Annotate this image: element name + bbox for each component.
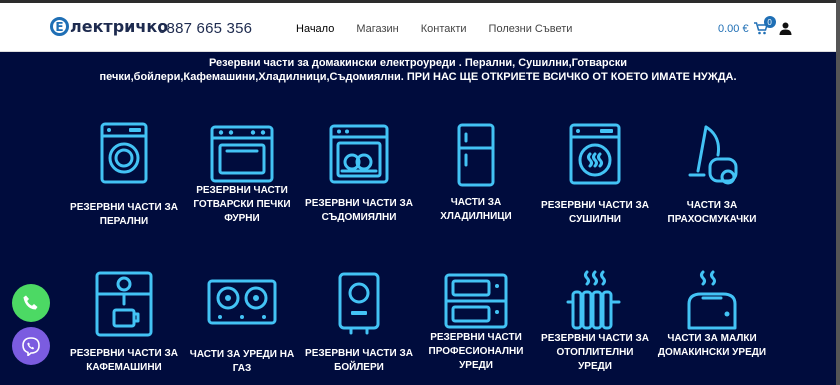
category-label: РЕЗЕРВНИ ЧАСТИ ЗА СЪДОМИЯЛНИ bbox=[305, 198, 413, 223]
category-label: РЕЗЕРВНИ ЧАСТИ ЗА КАФЕМАШИНИ bbox=[70, 348, 178, 373]
category-coffee-machines[interactable]: РЕЗЕРВНИ ЧАСТИ ЗА КАФЕМАШИНИ bbox=[68, 270, 180, 375]
viber-icon bbox=[22, 337, 40, 356]
category-label: РЕЗЕРВНИ ЧАСТИ ЗА ОТОПЛИТЕЛНИ УРЕДИ bbox=[541, 333, 649, 372]
logo-text: лектричко bbox=[70, 17, 169, 36]
hob-icon bbox=[207, 279, 277, 325]
dishwasher-icon bbox=[329, 124, 389, 184]
category-label: ЧАСТИ ЗА ПРАХОСМУКАЧКИ bbox=[667, 200, 757, 225]
category-label: РЕЗЕРВНИ ЧАСТИ ЗА СУШИЛНИ bbox=[541, 200, 649, 225]
pro-oven-icon bbox=[444, 273, 508, 329]
oven-icon bbox=[210, 125, 274, 183]
logo-mark: Е bbox=[50, 17, 69, 36]
category-gas-appliances[interactable]: ЧАСТИ ЗА УРЕДИ НА ГАЗ bbox=[186, 278, 298, 376]
user-icon[interactable] bbox=[779, 22, 792, 35]
window-scroll-edge bbox=[836, 0, 840, 385]
viber-button[interactable] bbox=[12, 327, 50, 365]
intro-text: Резервни части за домакински електроуред… bbox=[0, 56, 836, 84]
category-dryers[interactable]: РЕЗЕРВНИ ЧАСТИ ЗА СУШИЛНИ bbox=[539, 122, 651, 227]
category-ovens[interactable]: РЕЗЕРВНИ ЧАСТИ ГОТВАРСКИ ПЕЧКИ ФУРНИ bbox=[186, 124, 298, 226]
washing-machine-icon bbox=[100, 122, 148, 184]
vacuum-icon bbox=[688, 125, 738, 185]
category-boilers[interactable]: РЕЗЕРВНИ ЧАСТИ ЗА БОЙЛЕРИ bbox=[303, 271, 415, 375]
category-small-appliances[interactable]: ЧАСТИ ЗА МАЛКИ ДОМАКИНСКИ УРЕДИ bbox=[656, 268, 768, 360]
header-phone[interactable]: 0887 665 356 bbox=[158, 20, 252, 37]
fridge-icon bbox=[457, 123, 495, 187]
category-fridges[interactable]: ЧАСТИ ЗА ХЛАДИЛНИЦИ bbox=[420, 122, 532, 224]
boiler-icon bbox=[338, 272, 380, 335]
call-button[interactable] bbox=[12, 284, 50, 322]
nav-tips[interactable]: Полезни Съвети bbox=[489, 23, 573, 35]
category-label: РЕЗЕРВНИ ЧАСТИ ПРОФЕСИОНАЛНИ УРЕДИ bbox=[428, 332, 524, 371]
category-vacuums[interactable]: ЧАСТИ ЗА ПРАХОСМУКАЧКИ bbox=[656, 123, 768, 227]
category-dishwashers[interactable]: РЕЗЕРВНИ ЧАСТИ ЗА СЪДОМИЯЛНИ bbox=[303, 123, 415, 225]
phone-icon bbox=[23, 295, 38, 310]
category-heating[interactable]: РЕЗЕРВНИ ЧАСТИ ЗА ОТОПЛИТЕЛНИ УРЕДИ bbox=[539, 268, 651, 374]
category-label: РЕЗЕРВНИ ЧАСТИ ГОТВАРСКИ ПЕЧКИ ФУРНИ bbox=[193, 185, 291, 224]
dryer-icon bbox=[569, 123, 621, 185]
site-header: Е лектричко 0887 665 356 Начало Магазин … bbox=[0, 3, 836, 52]
cart-icon: 0 bbox=[753, 16, 776, 35]
category-washing-machines[interactable]: РЕЗЕРВНИ ЧАСТИ ЗА ПЕРАЛНИ bbox=[68, 121, 180, 229]
category-label: ЧАСТИ ЗА МАЛКИ ДОМАКИНСКИ УРЕДИ bbox=[657, 333, 767, 358]
intro-line-2: печки,бойлери,Кафемашини,Хладилници,Съдо… bbox=[99, 71, 737, 83]
main-nav: Начало Магазин Контакти Полезни Съвети bbox=[296, 23, 594, 35]
radiator-icon bbox=[566, 270, 621, 330]
toaster-icon bbox=[687, 270, 737, 330]
category-professional[interactable]: РЕЗЕРВНИ ЧАСТИ ПРОФЕСИОНАЛНИ УРЕДИ bbox=[420, 272, 532, 373]
nav-contacts[interactable]: Контакти bbox=[421, 23, 467, 35]
category-label: РЕЗЕРВНИ ЧАСТИ ЗА ПЕРАЛНИ bbox=[70, 202, 178, 227]
cart-link[interactable]: 0.00 € 0 bbox=[718, 16, 776, 35]
page: Е лектричко 0887 665 356 Начало Магазин … bbox=[0, 0, 840, 385]
nav-home[interactable]: Начало bbox=[296, 23, 334, 35]
intro-line-1: Резервни части за домакински електроуред… bbox=[208, 57, 628, 69]
cart-count-badge: 0 bbox=[763, 16, 776, 28]
nav-shop[interactable]: Магазин bbox=[356, 23, 398, 35]
category-label: ЧАСТИ ЗА ХЛАДИЛНИЦИ bbox=[440, 197, 512, 222]
coffee-machine-icon bbox=[95, 271, 153, 337]
category-label: РЕЗЕРВНИ ЧАСТИ ЗА БОЙЛЕРИ bbox=[305, 348, 413, 373]
site-logo[interactable]: Е лектричко bbox=[50, 17, 168, 36]
cart-total: 0.00 € bbox=[718, 22, 749, 35]
category-label: ЧАСТИ ЗА УРЕДИ НА ГАЗ bbox=[189, 349, 295, 374]
